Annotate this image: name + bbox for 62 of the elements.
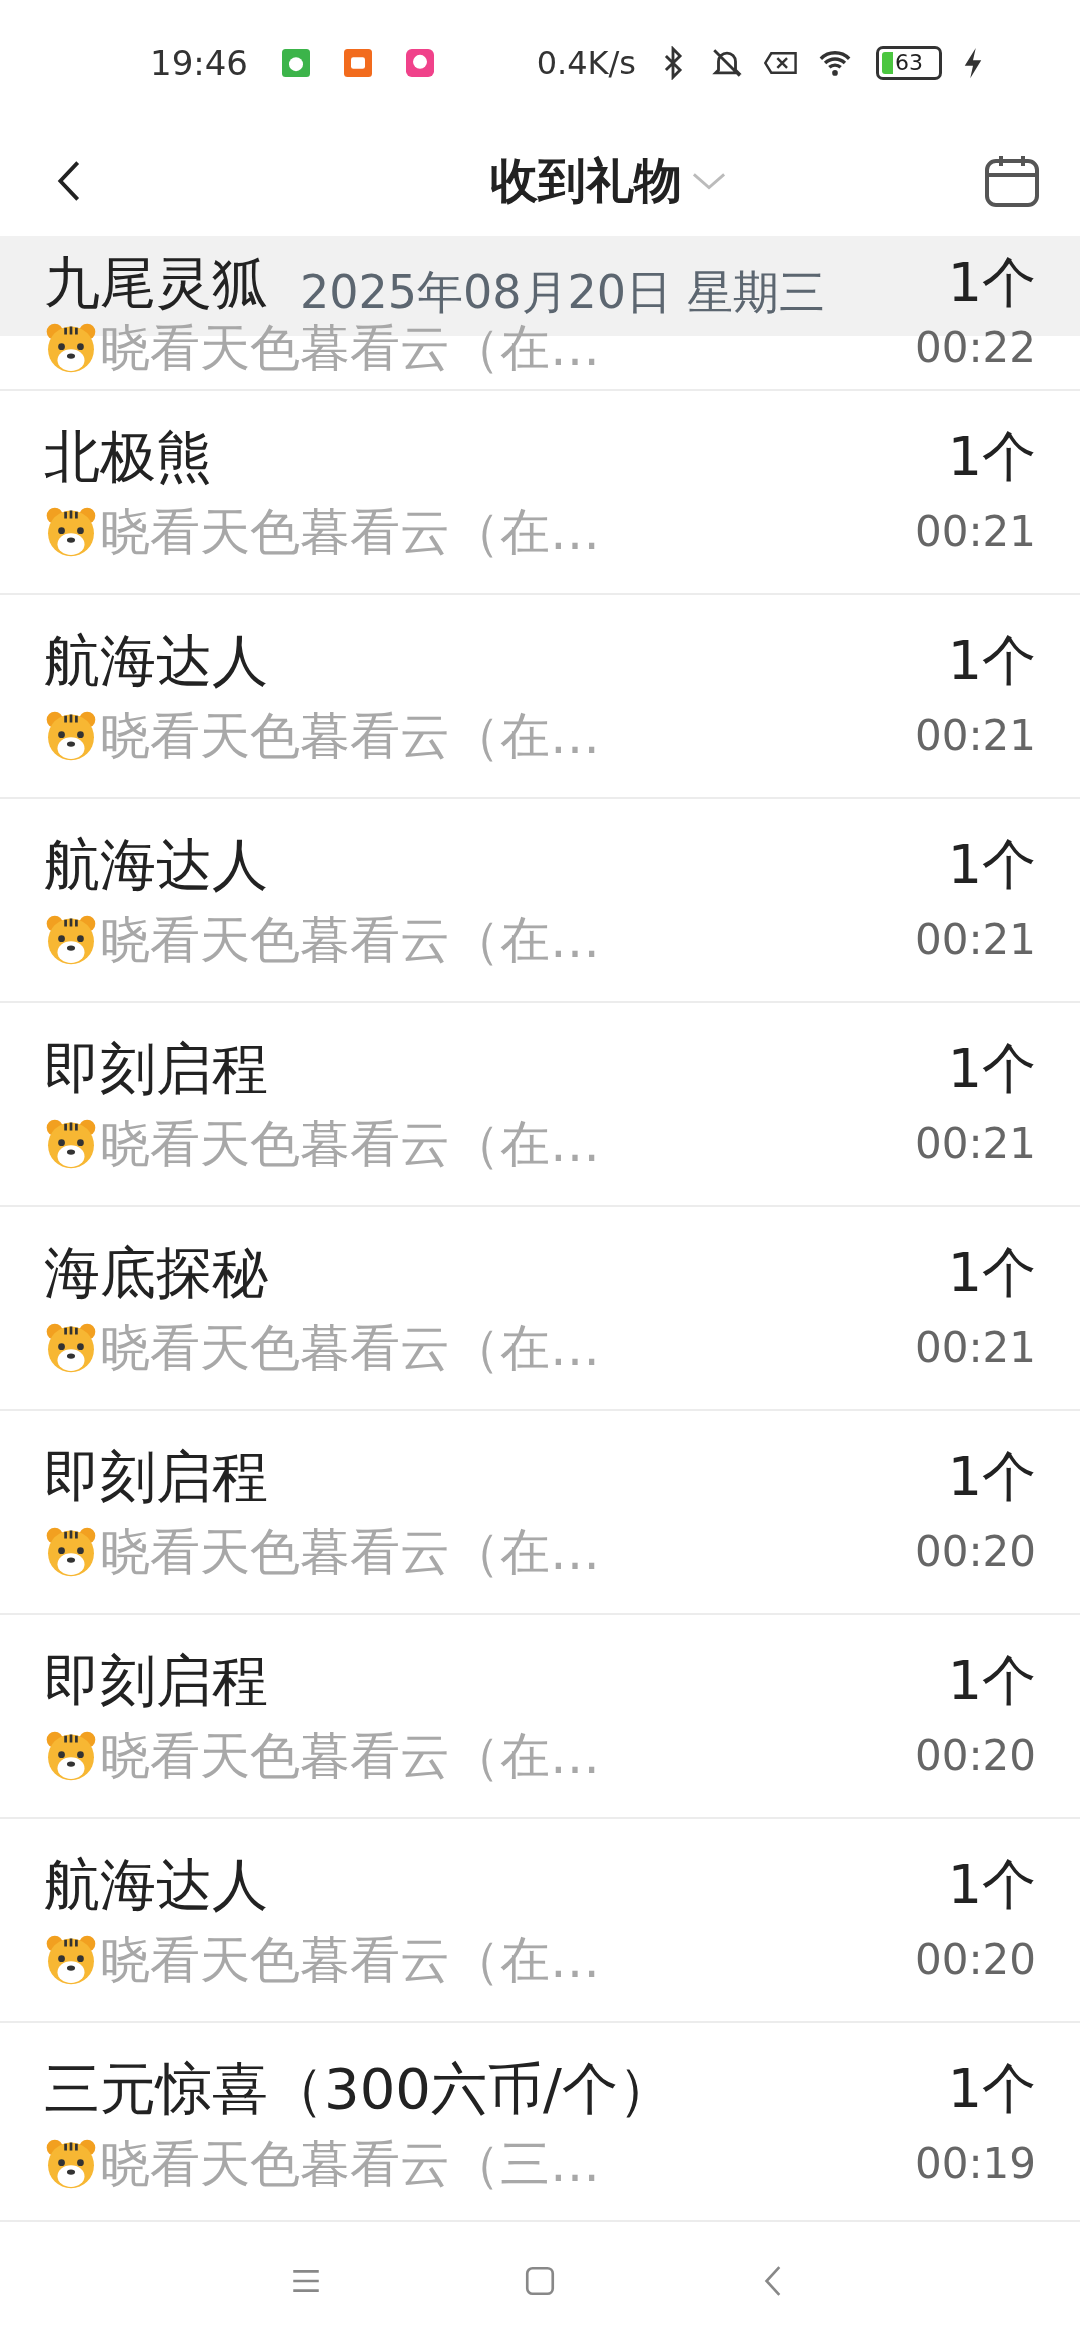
- gift-time: 00:21: [914, 914, 1036, 966]
- tiger-face-icon: [44, 1117, 98, 1171]
- gift-name: 三元惊喜（300六币/个）: [44, 2056, 674, 2122]
- app-notification-icon: [282, 49, 310, 77]
- sender-name: 晓看天色暮看云（在…: [100, 912, 600, 968]
- gift-time: 00:20: [914, 1526, 1036, 1578]
- tiger-face-icon: [44, 1933, 98, 1987]
- sender-name: 晓看天色暮看云（在…: [100, 1728, 600, 1784]
- sender-name: 晓看天色暮看云（在…: [100, 708, 600, 764]
- tiger-face-icon: [44, 913, 98, 967]
- bell-muted-icon: [710, 46, 744, 80]
- gift-name: 航海达人: [44, 628, 268, 694]
- gift-count: 1个: [947, 2056, 1036, 2122]
- home-icon[interactable]: [523, 2264, 557, 2298]
- gift-name: 北极熊: [44, 424, 212, 490]
- gift-count: 1个: [947, 1852, 1036, 1918]
- gift-name: 即刻启程: [44, 1036, 268, 1102]
- status-time: 19:46: [150, 43, 248, 83]
- gift-time: 00:22: [914, 321, 1036, 374]
- tiger-face-icon: [44, 1729, 98, 1783]
- sender-name: 晓看天色暮看云（在…: [100, 1932, 600, 1988]
- gift-name: 航海达人: [44, 1852, 268, 1918]
- gift-count: 1个: [947, 1036, 1036, 1102]
- gift-name: 海底探秘: [44, 1240, 268, 1306]
- gift-count: 1个: [947, 249, 1036, 316]
- tiger-face-icon: [44, 709, 98, 763]
- tiger-face-icon: [44, 2137, 98, 2191]
- gift-count: 1个: [947, 424, 1036, 490]
- sender-name: 晓看天色暮看云（在…: [100, 1524, 600, 1580]
- gift-time: 00:19: [914, 2138, 1036, 2190]
- battery-indicator: 63: [876, 46, 942, 80]
- gift-time: 00:20: [914, 1934, 1036, 1986]
- gift-count: 1个: [947, 628, 1036, 694]
- gift-count: 1个: [947, 1240, 1036, 1306]
- tiger-face-icon: [44, 505, 98, 559]
- gift-name: 即刻启程: [44, 1444, 268, 1510]
- page-title[interactable]: 收到礼物: [490, 149, 682, 213]
- sender-name: 晓看天色暮看云（在…: [100, 1116, 600, 1172]
- date-header: 2025年08月20日 星期三: [300, 264, 825, 321]
- calendar-icon[interactable]: [984, 153, 1040, 209]
- sender-name: 晓看天色暮看云（在…: [100, 1320, 600, 1376]
- dropdown-chevron-icon[interactable]: [692, 171, 726, 191]
- gift-time: 00:20: [914, 1730, 1036, 1782]
- gift-time: 00:21: [914, 710, 1036, 762]
- gift-name: 即刻启程: [44, 1648, 268, 1714]
- gift-time: 00:21: [914, 506, 1036, 558]
- app-notification-icon: [344, 49, 372, 77]
- gift-time: 00:21: [914, 1322, 1036, 1374]
- sender-name: 晓看天色暮看云（在…: [100, 504, 600, 560]
- tiger-face-icon: [44, 1321, 98, 1375]
- app-notification-icon: [406, 49, 434, 77]
- network-speed: 0.4K/s: [536, 44, 636, 82]
- gift-count: 1个: [947, 1444, 1036, 1510]
- tiger-face-icon: [44, 1525, 98, 1579]
- gift-time: 00:21: [914, 1118, 1036, 1170]
- sender-name: 晓看天色暮看云（在…: [100, 319, 600, 376]
- gift-name: 航海达人: [44, 832, 268, 898]
- sender-name: 晓看天色暮看云（三…: [100, 2136, 600, 2192]
- gift-count: 1个: [947, 1648, 1036, 1714]
- charging-icon: [962, 46, 984, 80]
- gift-count: 1个: [947, 832, 1036, 898]
- gift-name: 九尾灵狐: [44, 249, 268, 316]
